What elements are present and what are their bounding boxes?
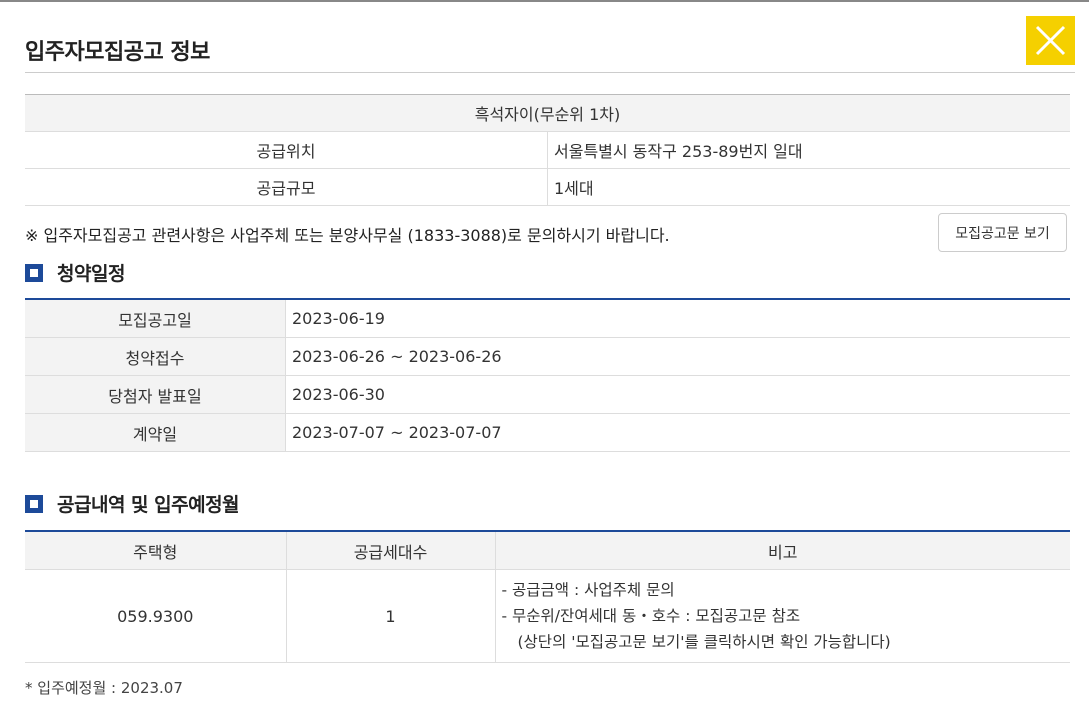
unit-count: 1 — [286, 569, 496, 663]
schedule-label: 계약일 — [25, 413, 286, 452]
column-header: 공급세대수 — [286, 531, 496, 570]
column-header: 주택형 — [25, 531, 287, 570]
square-bullet-icon — [25, 494, 43, 513]
page-title: 입주자모집공고 정보 — [25, 40, 210, 65]
table-row: 당첨자 발표일 2023-06-30 — [25, 375, 1070, 414]
schedule-value: 2023-07-07 ~ 2023-07-07 — [285, 413, 1070, 452]
schedule-heading-text: 청약일정 — [57, 263, 125, 285]
remarks-cell: - 공급금액 : 사업주체 문의 - 무순위/잔여세대 동・호수 : 모집공고문… — [495, 569, 1070, 663]
table-row: 청약접수 2023-06-26 ~ 2023-06-26 — [25, 337, 1070, 376]
schedule-label: 모집공고일 — [25, 299, 286, 338]
view-notice-button[interactable]: 모집공고문 보기 — [938, 213, 1067, 252]
title-divider — [25, 72, 1075, 73]
schedule-label: 당첨자 발표일 — [25, 375, 286, 414]
schedule-value: 2023-06-26 ~ 2023-06-26 — [285, 337, 1070, 376]
schedule-heading: 청약일정 — [25, 259, 125, 286]
supply-scale-value: 1세대 — [547, 168, 1070, 206]
supply-heading: 공급내역 및 입주예정월 — [25, 490, 240, 517]
schedule-label: 청약접수 — [25, 337, 286, 376]
top-border — [0, 0, 1089, 2]
move-in-footnote: * 입주예정월 : 2023.07 — [25, 679, 183, 697]
remark-line: - 공급금액 : 사업주체 문의 — [501, 581, 675, 599]
housing-type: 059.9300 — [25, 569, 287, 663]
schedule-value: 2023-06-30 — [285, 375, 1070, 414]
close-button[interactable] — [1026, 16, 1075, 65]
column-header: 비고 — [495, 531, 1070, 570]
remark-line: - 무순위/잔여세대 동・호수 : 모집공고문 참조 — [501, 607, 801, 625]
complex-info-table: 흑석자이(무순위 1차) 공급위치 서울특별시 동작구 253-89번지 일대 … — [25, 94, 1070, 206]
supply-location-value: 서울특별시 동작구 253-89번지 일대 — [547, 131, 1070, 169]
supply-table: 주택형 공급세대수 비고 059.9300 1 - 공급금액 : 사업주체 문의… — [25, 530, 1070, 663]
supply-scale-label: 공급규모 — [25, 168, 548, 206]
table-row: 모집공고일 2023-06-19 — [25, 299, 1070, 338]
schedule-table: 모집공고일 2023-06-19 청약접수 2023-06-26 ~ 2023-… — [25, 298, 1070, 452]
table-row: 공급위치 서울특별시 동작구 253-89번지 일대 — [25, 131, 1070, 169]
schedule-value: 2023-06-19 — [285, 299, 1070, 338]
table-row: 계약일 2023-07-07 ~ 2023-07-07 — [25, 413, 1070, 452]
remark-line: (상단의 '모집공고문 보기'를 클릭하시면 확인 가능합니다) — [517, 633, 891, 651]
complex-name: 흑석자이(무순위 1차) — [25, 94, 1070, 132]
square-bullet-icon — [25, 263, 43, 282]
close-icon — [1035, 25, 1066, 56]
contact-notice: ※ 입주자모집공고 관련사항은 사업주체 또는 분양사무실 (1833-3088… — [25, 226, 670, 245]
supply-heading-text: 공급내역 및 입주예정월 — [57, 494, 240, 516]
table-row: 059.9300 1 - 공급금액 : 사업주체 문의 - 무순위/잔여세대 동… — [25, 569, 1070, 663]
supply-location-label: 공급위치 — [25, 131, 548, 169]
table-row: 공급규모 1세대 — [25, 168, 1070, 206]
